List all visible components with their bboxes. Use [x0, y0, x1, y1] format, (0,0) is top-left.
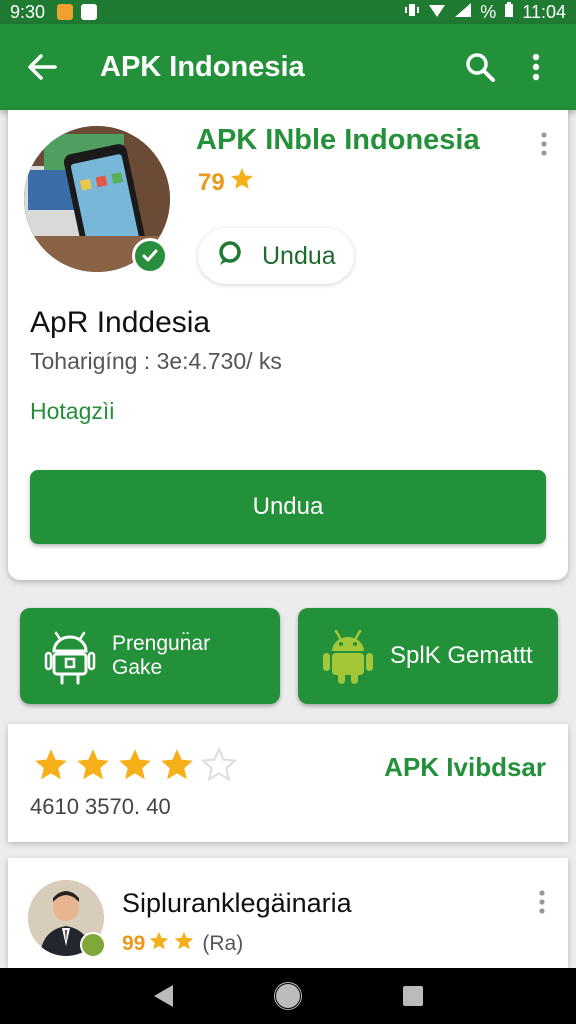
review-overflow-icon[interactable] — [538, 890, 546, 919]
notification-icon — [57, 4, 74, 20]
brand-label: APK Ivibdsar — [384, 752, 546, 782]
star-empty-icon — [200, 746, 238, 789]
review-card: Siplurankle​gäinaria 99 (Ra) — [8, 858, 568, 968]
app-rating: 79 — [198, 166, 255, 199]
download-chip-label: Undua — [262, 241, 336, 270]
signal-icon — [454, 2, 472, 23]
reviewer-rating-suffix: (Ra) — [202, 932, 244, 955]
back-arrow-icon[interactable] — [22, 47, 62, 87]
star-rating — [32, 746, 238, 789]
page-title: APK Indonesia — [100, 50, 305, 83]
rating-card: 4610 3570. 40 APK Ivibdsar — [8, 724, 568, 842]
overflow-menu-icon[interactable] — [514, 45, 558, 89]
notification-icon-2 — [81, 4, 98, 20]
reviewer-badge-icon — [80, 932, 106, 958]
reviewer-rating-value: 99 — [122, 932, 146, 955]
chat-icon — [216, 239, 244, 274]
android-icon — [320, 625, 376, 687]
star-icon — [173, 930, 195, 958]
download-button[interactable]: Undua — [30, 470, 546, 544]
splk-button[interactable]: SplK Gemattt — [298, 608, 558, 704]
android-outline-icon — [42, 625, 98, 687]
app-rating-value: 79 — [198, 168, 225, 196]
game-button-label-line2: Gake — [112, 656, 163, 679]
vibrate-icon — [404, 2, 420, 23]
nav-recents-icon[interactable] — [393, 976, 433, 1016]
verified-check-icon — [132, 238, 168, 274]
search-icon[interactable] — [458, 45, 502, 89]
app-title: APK INble Indonesia — [196, 124, 480, 156]
star-icon — [148, 930, 170, 958]
star-filled-icon — [32, 746, 70, 789]
status-bar: 9:30 % 11:04 — [0, 0, 576, 24]
wifi-icon — [428, 2, 446, 23]
nav-back-icon[interactable] — [143, 976, 183, 1016]
battery-percent: % — [480, 1, 497, 22]
star-icon — [229, 166, 255, 199]
status-time: 9:30 — [10, 1, 46, 22]
app-name: ApR Inddesia — [30, 306, 211, 339]
card-overflow-icon[interactable] — [540, 132, 548, 161]
splk-button-label: SplK Gemattt — [390, 642, 533, 669]
game-button-label-line1: Prengun̈ar — [112, 632, 211, 655]
app-meta: Toharigíng : 3e:4.730/ ks — [30, 348, 282, 374]
game-button[interactable]: Prengun̈ar Gake — [20, 608, 280, 704]
rating-count: 4610 3570. 40 — [30, 794, 171, 819]
app-bar: APK Indonesia — [0, 24, 576, 110]
reviewer-name: Siplurankle​gäinaria — [122, 888, 352, 918]
app-link[interactable]: Hotagzìi — [30, 398, 114, 425]
status-right-time: 11:04 — [522, 1, 566, 22]
star-filled-icon — [74, 746, 112, 789]
download-chip[interactable]: Undua — [198, 228, 354, 284]
battery-icon — [504, 1, 514, 23]
game-button-label: Prengun̈ar Gake — [112, 632, 210, 680]
star-filled-icon — [116, 746, 154, 789]
star-filled-icon — [158, 746, 196, 789]
system-nav-bar — [0, 968, 576, 1024]
nav-home-icon[interactable] — [268, 976, 308, 1016]
app-detail-card: APK INble Indonesia 79 Undua ApR Inddesi… — [8, 110, 568, 580]
reviewer-rating: 99 (Ra) — [122, 930, 243, 958]
